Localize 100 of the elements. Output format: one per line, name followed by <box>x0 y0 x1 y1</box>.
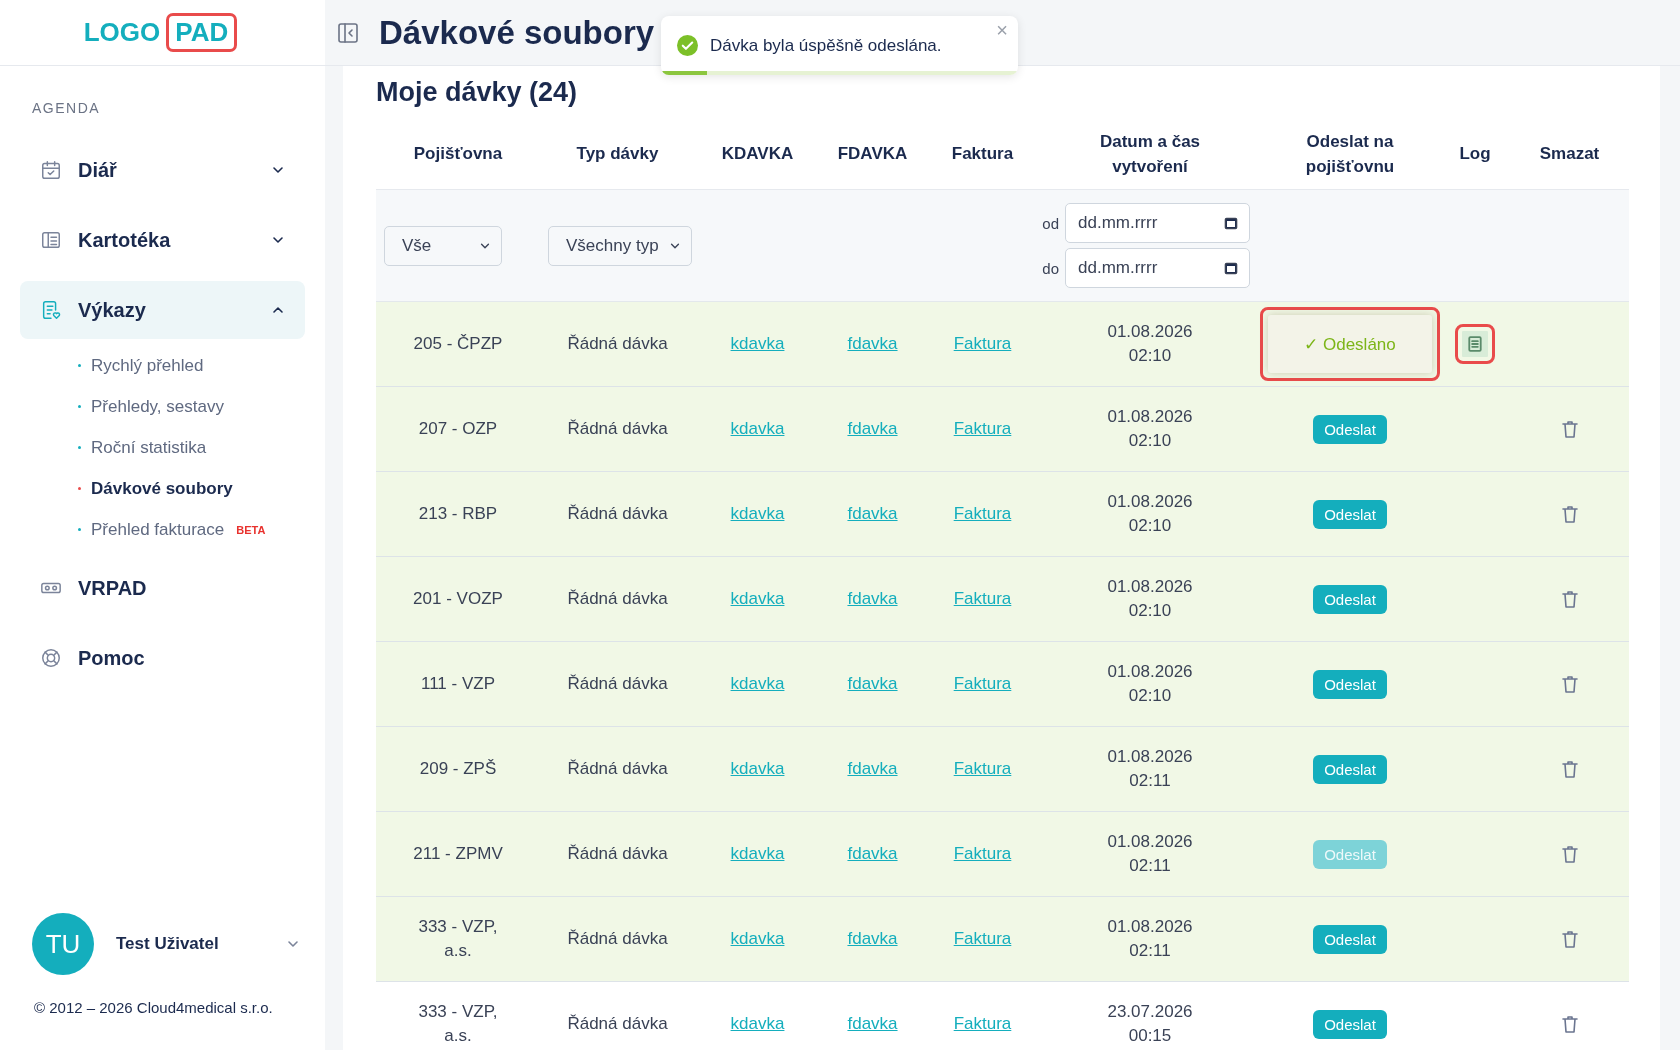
invoice-link[interactable]: Faktura <box>953 759 1012 779</box>
download-link[interactable]: kdavka <box>730 929 785 949</box>
table-cell-text: 205 - ČPZP <box>413 333 503 355</box>
table-cell-text: 01.08.2026 02:11 <box>1107 831 1193 877</box>
bullet-icon <box>78 364 81 367</box>
download-link[interactable]: fdavka <box>847 674 898 694</box>
download-link[interactable]: fdavka <box>847 589 898 609</box>
column-header: KDAVKA <box>721 143 794 165</box>
nav-subitem[interactable]: Přehledy, sestavy <box>91 396 224 417</box>
invoice-link[interactable]: Faktura <box>953 589 1012 609</box>
download-link[interactable]: kdavka <box>730 504 785 524</box>
logo-text: LOGO <box>83 17 161 48</box>
download-link[interactable]: fdavka <box>847 1014 898 1034</box>
table-cell-text: 209 - ZPŠ <box>419 758 497 780</box>
section-label: AGENDA <box>32 100 102 116</box>
delete-icon[interactable] <box>1559 759 1580 779</box>
send-button[interactable]: Odeslat <box>1313 499 1387 529</box>
download-link[interactable]: fdavka <box>847 334 898 354</box>
send-button[interactable]: Odeslat <box>1313 584 1387 614</box>
download-link[interactable]: kdavka <box>730 589 785 609</box>
delete-icon[interactable] <box>1559 844 1580 864</box>
send-button[interactable]: Odeslat <box>1313 754 1387 784</box>
book-icon <box>40 229 62 251</box>
download-link[interactable]: fdavka <box>847 929 898 949</box>
close-button[interactable]: × <box>994 19 1010 42</box>
table-cell-text: 01.08.2026 02:11 <box>1107 746 1193 792</box>
table-cell: Řádná dávka <box>567 929 668 949</box>
nav-item[interactable]: Diář <box>20 141 305 199</box>
user-avatar: TU <box>32 913 94 975</box>
download-link[interactable]: kdavka <box>730 844 785 864</box>
table-cell-text: 01.08.2026 02:11 <box>1107 916 1193 962</box>
column-header: Datum a čas vytvoření <box>1098 130 1202 178</box>
download-link[interactable]: kdavka <box>730 419 785 439</box>
select-field[interactable]: Vše <box>384 225 502 266</box>
invoice-link[interactable]: Faktura <box>953 419 1012 439</box>
delete-icon[interactable] <box>1559 1014 1580 1034</box>
nav-subitem[interactable]: Rychlý přehled <box>91 355 204 376</box>
invoice-link[interactable]: Faktura <box>953 1014 1012 1034</box>
calendar-icon <box>1224 261 1238 275</box>
delete-icon[interactable] <box>1559 929 1580 949</box>
nav-item[interactable]: Kartotéka <box>20 211 305 269</box>
log-button[interactable] <box>1455 324 1495 364</box>
download-link[interactable]: fdavka <box>847 419 898 439</box>
user-name[interactable]: Test Uživatel <box>116 934 264 954</box>
invoice-link[interactable]: Faktura <box>953 674 1012 694</box>
table-cell: Řádná dávka <box>567 759 668 779</box>
delete-icon[interactable] <box>1559 419 1580 439</box>
select-field[interactable]: Všechny typ <box>548 225 692 266</box>
download-link[interactable]: kdavka <box>730 1014 785 1034</box>
table-cell-text: 23.07.2026 00:15 <box>1107 1001 1193 1047</box>
column-header: Faktura <box>951 143 1014 165</box>
date-label: do <box>1042 259 1059 277</box>
toast-message: Dávka byla úspěšně odeslána. <box>710 35 942 56</box>
lifebuoy-icon <box>40 647 62 669</box>
beta-label: BETA <box>236 523 266 536</box>
table-cell: Řádná dávka <box>567 1014 668 1034</box>
send-button[interactable]: Odeslat <box>1313 669 1387 699</box>
invoice-link[interactable]: Faktura <box>953 844 1012 864</box>
send-button[interactable]: Odeslat <box>1313 924 1387 954</box>
download-link[interactable]: kdavka <box>730 759 785 779</box>
column-header: Odeslat na pojišťovnu <box>1304 130 1396 178</box>
invoice-link[interactable]: Faktura <box>953 504 1012 524</box>
table-cell: Řádná dávka <box>567 674 668 694</box>
table-cell: Řádná dávka <box>567 419 668 439</box>
download-link[interactable]: fdavka <box>847 759 898 779</box>
nav-item[interactable]: Pomoc <box>20 629 305 687</box>
bullet-icon <box>78 487 81 490</box>
table-cell: Řádná dávka <box>567 504 668 524</box>
delete-icon[interactable] <box>1559 589 1580 609</box>
report-icon <box>40 299 62 321</box>
page-title: Dávkové soubory <box>379 13 655 52</box>
date-field[interactable]: dd.mm.rrrr <box>1065 203 1250 243</box>
table-cell-text: 213 - RBP <box>418 503 498 525</box>
date-field[interactable]: dd.mm.rrrr <box>1065 248 1250 288</box>
download-link[interactable]: fdavka <box>847 504 898 524</box>
invoice-link[interactable]: Faktura <box>953 929 1012 949</box>
table-cell: Řádná dávka <box>567 844 668 864</box>
nav-subitem[interactable]: Dávkové soubory <box>91 478 233 499</box>
send-button[interactable]: Odeslat <box>1313 1009 1387 1039</box>
download-link[interactable]: kdavka <box>730 674 785 694</box>
invoice-link[interactable]: Faktura <box>953 334 1012 354</box>
bullet-icon <box>78 446 81 449</box>
download-link[interactable]: fdavka <box>847 844 898 864</box>
sidebar-toggle-icon[interactable] <box>337 21 359 44</box>
nav-subitem[interactable]: Přehled fakturace <box>91 519 225 540</box>
nav-item[interactable]: VRPAD <box>20 559 305 617</box>
download-link[interactable]: kdavka <box>730 334 785 354</box>
table-cell-text: 333 - VZP, a.s. <box>417 1001 499 1047</box>
column-header: Pojišťovna <box>413 143 503 165</box>
table-cell-text: 207 - OZP <box>418 418 498 440</box>
copyright-text: © 2012 – 2026 Cloud4medical s.r.o. <box>34 999 274 1016</box>
document-icon <box>1467 336 1483 352</box>
nav-item[interactable]: Výkazy <box>20 281 305 339</box>
table-cell: Řádná dávka <box>567 589 668 609</box>
nav-subitem[interactable]: Roční statistika <box>91 437 207 458</box>
delete-icon[interactable] <box>1559 504 1580 524</box>
calendar-icon <box>40 159 62 181</box>
delete-icon[interactable] <box>1559 674 1580 694</box>
table-cell-text: 01.08.2026 02:10 <box>1107 491 1193 537</box>
send-button[interactable]: Odeslat <box>1313 414 1387 444</box>
